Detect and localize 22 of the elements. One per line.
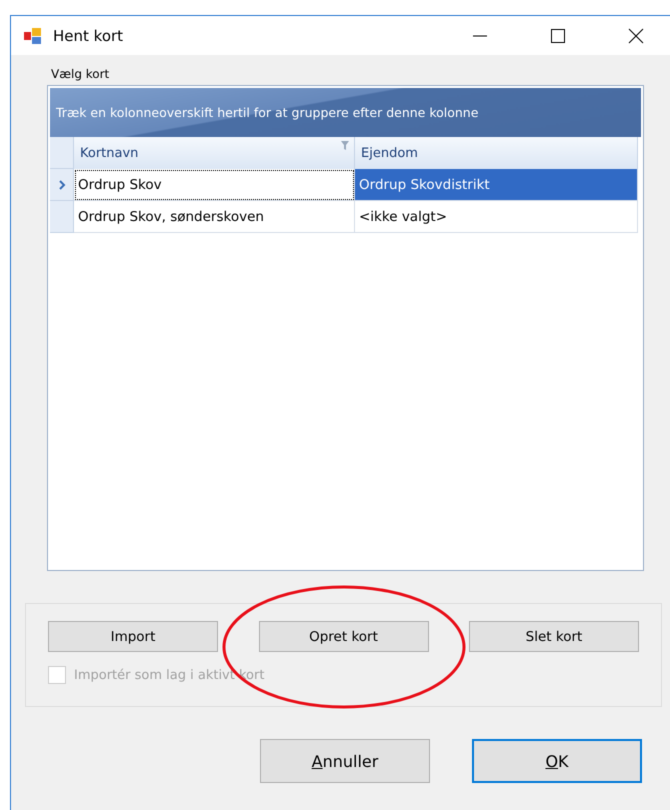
- column-header[interactable]: Ejendom: [355, 137, 638, 169]
- table-cell: Ordrup Skovdistrikt: [355, 169, 638, 201]
- filter-icon[interactable]: [341, 141, 349, 150]
- chevron-icon: [58, 178, 66, 190]
- table-cell: Ordrup Skov, sønderskoven: [74, 201, 355, 233]
- column-header[interactable]: Kortnavn: [74, 137, 355, 169]
- header-corner: [50, 137, 74, 169]
- table-cell: Ordrup Skov: [74, 169, 355, 201]
- close-icon: [628, 28, 644, 44]
- action-button[interactable]: Opret kort: [258, 621, 428, 652]
- action-button[interactable]: Slet kort: [469, 621, 639, 652]
- action-button[interactable]: Import: [48, 621, 218, 652]
- app-icon: [23, 26, 43, 44]
- window-title: Hent kort: [53, 26, 124, 44]
- row-indicator[interactable]: [50, 169, 74, 201]
- maximize-icon: [550, 28, 566, 44]
- dialog-button[interactable]: Annuller: [260, 739, 430, 783]
- minimize-icon: [473, 34, 487, 36]
- dialog-button[interactable]: OK: [472, 739, 642, 783]
- group-panel-hint: Træk en kolonneoverskift hertil for at gruppere efter denne kolonne: [56, 105, 478, 120]
- table-cell: <ikke valgt>: [355, 201, 638, 233]
- grid-label: Vælg kort: [51, 67, 110, 81]
